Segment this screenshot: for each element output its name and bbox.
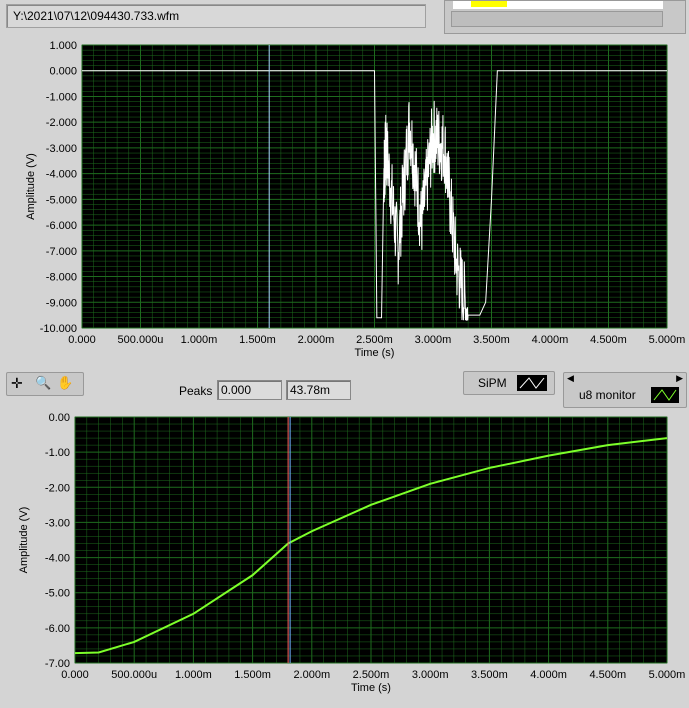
x-tick-label: 3.000m [415,334,452,346]
x-tick-label: 5.000m [649,334,686,346]
legend-u8-label: u8 monitor [579,388,636,402]
x-tick-label: 4.000m [530,669,567,681]
y-tick-label: -5.00 [45,588,70,600]
scroll-left-arrow-icon[interactable]: ◀ [567,373,574,384]
x-tick-label: 500.000u [111,669,157,681]
y-tick-label: -4.000 [46,169,77,181]
x-tick-label: 2.500m [356,334,393,346]
horizontal-scrollbar[interactable] [451,11,663,27]
x-tick-label: 2.000m [298,334,335,346]
y-tick-label: -7.000 [46,246,77,258]
y-tick-label: 0.00 [49,412,70,424]
x-tick-label: 0.000 [68,334,96,346]
file-path-field[interactable]: Y:\2021\07\12\094430.733.wfm [6,4,426,28]
y-tick-label: -1.00 [45,447,70,459]
y-tick-label: -8.000 [46,272,77,284]
x-tick-label: 4.500m [589,669,626,681]
y-tick-label: -2.00 [45,482,70,494]
legend-scroll-panel[interactable]: ◀ ▶ u8 monitor [563,372,687,408]
x-tick-label: 3.500m [471,669,508,681]
waveform-graph-bottom[interactable]: 0.00 -1.00 -2.00 -3.00 -4.00 -5.00 -6.00 -7.00 0… [0,408,689,705]
table-scroll-panel[interactable] [444,0,686,34]
x-tick-label: 1.000m [181,334,218,346]
y-tick-label: -9.000 [46,297,77,309]
waveform-graph-top[interactable]: 1.000 0.000 -1.000 -2.000 -3.000 -4.000 -5.000… [0,38,689,368]
peaks-label: Peaks [179,384,213,398]
y-tick-label: 1.000 [49,40,77,52]
x-tick-label: 0.000 [61,669,89,681]
legend-sipm[interactable]: SiPM [463,371,555,395]
x-tick-label: 3.500m [473,334,510,346]
legend-sipm-label: SiPM [478,376,507,390]
file-path-text: Y:\2021\07\12\094430.733.wfm [13,9,180,23]
scroll-right-arrow-icon[interactable]: ▶ [676,373,683,384]
y-tick-label: -5.000 [46,194,77,206]
y-tick-label: -3.000 [46,143,77,155]
y-axis-title: Amplitude (V) [18,507,30,574]
table-cells [453,1,663,9]
x-tick-label: 1.000m [175,669,212,681]
legend-u8-swatch [651,387,679,403]
y-tick-label: -6.000 [46,220,77,232]
y-tick-label: -1.000 [46,91,77,103]
x-tick-label: 1.500m [239,334,276,346]
x-tick-label: 4.500m [590,334,627,346]
x-axis-title: Time (s) [355,347,395,359]
y-tick-label: -2.000 [46,117,77,129]
x-tick-label: 2.500m [353,669,390,681]
x-tick-label: 5.000m [649,669,686,681]
x-tick-label: 1.500m [234,669,271,681]
pan-hand-icon[interactable]: ✋ [57,375,73,391]
x-tick-label: 3.000m [412,669,449,681]
y-tick-label: -4.00 [45,553,70,565]
peak-min-field[interactable]: 0.000 [217,380,282,400]
x-tick-label: 500.000u [118,334,164,346]
y-tick-label: -3.00 [45,517,70,529]
x-tick-label: 4.000m [532,334,569,346]
peak-max-field[interactable]: 43.78m [286,380,351,400]
x-tick-label: 2.000m [293,669,330,681]
y-axis-title: Amplitude (V) [25,153,37,220]
y-tick-label: -6.00 [45,623,70,635]
zoom-tool-icon[interactable]: 🔍 [35,375,51,391]
y-tick-label: 0.000 [49,66,77,78]
x-axis-title: Time (s) [351,682,391,694]
legend-sipm-swatch [517,375,547,391]
cursor-tool-icon[interactable]: ✛ [11,375,23,392]
graph-palette: ✛ 🔍 ✋ [6,372,84,396]
